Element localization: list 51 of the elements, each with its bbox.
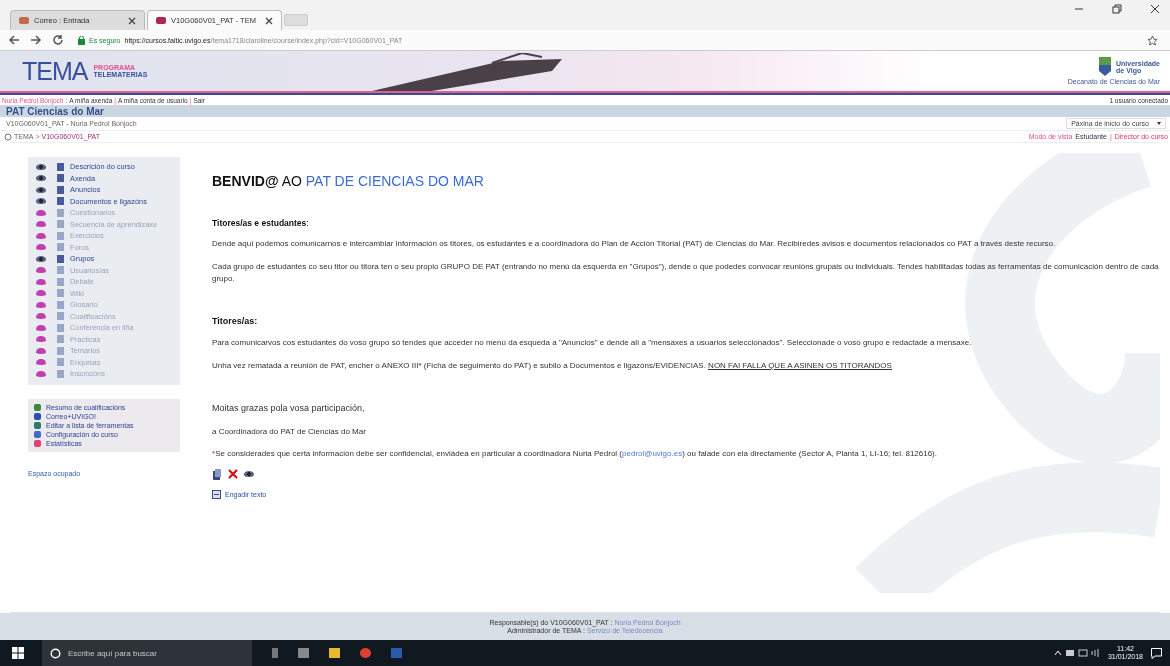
forward-icon[interactable] <box>30 34 42 46</box>
eye-icon[interactable] <box>36 175 46 182</box>
closed-eye-icon[interactable] <box>36 209 46 216</box>
lock-icon <box>78 35 85 45</box>
closed-eye-icon[interactable] <box>36 359 46 366</box>
closed-eye-icon[interactable] <box>36 324 46 331</box>
eye-icon[interactable] <box>36 198 46 205</box>
eye-icon[interactable] <box>36 186 46 193</box>
back-icon[interactable] <box>8 34 20 46</box>
notification-icon[interactable] <box>1151 647 1162 659</box>
closed-eye-icon[interactable] <box>36 336 46 343</box>
signature-text: a Coordinadora do PAT de Ciencias do Mar <box>212 426 367 438</box>
confidentiality-note: *Se considerades que certa información debe ser confidencial, enviádea en particular á coordinadora Nuria Pedrol (pedrol@uvigo.es) ou falade con ela directamente (Sector A, Planta 1, LI-16; tel. 812616). <box>212 448 938 461</box>
paragraph: Cada grupo de estudantes co seu titor ou titora ten o seu propio GRUPO DE PAT (entrando no menú da esquerda en "Grupos"), dende o que podedes convocar reunións grupais ou individuais. Tendes habilitadas todas as ferramentas de comunicación dentro de cada grupo. <box>212 260 1160 285</box>
paragraph: Unha vez rematada a reunión de PAT, encher o ANEXO III* (Ficha de seguimento do PAT) e subilo a Documentos e ligazóns/EVIDENCIAS. NON FAI FALLA QUE A ASINEN OS TITORANDOS <box>212 359 893 372</box>
closed-eye-icon[interactable] <box>36 313 46 320</box>
course-title: PAT Ciencias do Mar <box>6 105 104 117</box>
section-heading: Titores/as e estudantes: <box>212 217 310 230</box>
closed-eye-icon[interactable] <box>36 244 46 251</box>
close-icon[interactable] <box>265 16 273 25</box>
closed-eye-icon[interactable] <box>36 370 46 377</box>
closed-eye-icon[interactable] <box>36 267 46 274</box>
star-icon[interactable] <box>1147 34 1158 46</box>
closed-eye-icon[interactable] <box>36 347 46 354</box>
reload-icon[interactable] <box>52 34 64 46</box>
paragraph: Para comunicarvos cos estudantes do voso grupo só tendes que acceder no menú da esqueda a "Anuncios" e dende alí a "mensaxes a usuarios seleccionados". Seleccionade o voso grupo e redactade a mensaxe. <box>212 337 973 350</box>
delete-icon[interactable] <box>228 469 238 480</box>
paragraph: Dende aquí podemos comunicarnos e intercambiar información os titores, os estudantes e a coordinadora do Plan de Acción Titorial (PAT) de Ciencias do Mar. Recibiredes avisos e documentos relacionados co PAT a través deste recurso. <box>212 238 1057 251</box>
tray-icons[interactable] <box>1053 648 1100 658</box>
closed-eye-icon[interactable] <box>36 301 46 308</box>
university-crest-icon <box>1098 57 1113 77</box>
section-heading: Titores/as: <box>212 315 259 329</box>
search-icon <box>50 647 61 659</box>
caret-icon <box>1157 122 1161 125</box>
closed-eye-icon[interactable] <box>36 278 46 285</box>
close-icon[interactable] <box>1150 4 1160 14</box>
eye-icon[interactable] <box>244 471 254 478</box>
add-text-icon <box>212 489 221 499</box>
windows-start-icon[interactable] <box>12 647 24 659</box>
edit-icon[interactable] <box>212 468 222 480</box>
close-icon[interactable] <box>128 16 136 25</box>
taskbar-search-field[interactable]: Escribe aquí para buscar <box>42 640 252 666</box>
eye-icon[interactable] <box>36 163 46 170</box>
closed-eye-icon[interactable] <box>36 232 46 239</box>
eye-icon[interactable] <box>36 255 46 262</box>
logo-text: TEMA <box>22 56 88 86</box>
thanks-text: Moitas grazas pola vosa participación, <box>212 402 366 416</box>
closed-eye-icon[interactable] <box>36 290 46 297</box>
closed-eye-icon[interactable] <box>36 221 46 228</box>
welcome-heading: BENVID@ AO PAT DE CIENCIAS DO MAR <box>212 173 485 189</box>
restore-icon[interactable] <box>1112 4 1122 14</box>
